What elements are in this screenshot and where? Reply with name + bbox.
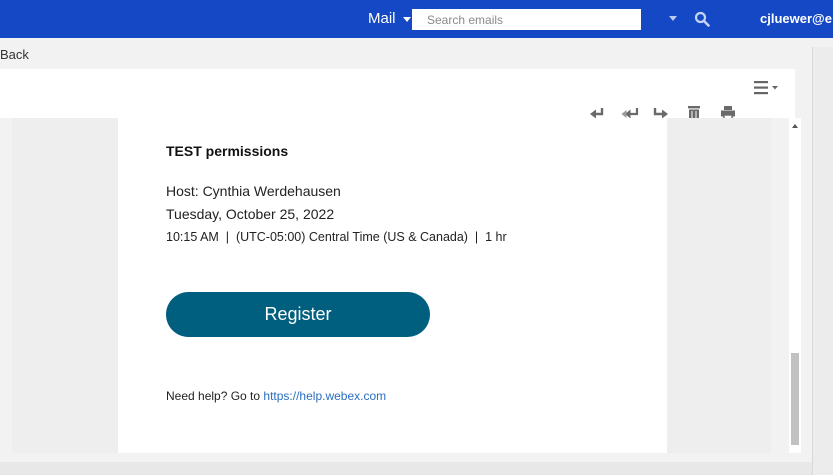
- help-line: Need help? Go to https://help.webex.com: [166, 389, 386, 403]
- search-options-chevron-icon[interactable]: [669, 16, 677, 21]
- scroll-up-icon[interactable]: [792, 124, 798, 128]
- message-toolbar: [0, 69, 795, 118]
- right-rail: [812, 47, 833, 475]
- search-icon[interactable]: [694, 11, 710, 27]
- chevron-down-icon: [402, 16, 411, 22]
- help-link[interactable]: https://help.webex.com: [263, 389, 386, 403]
- search-input[interactable]: [412, 9, 641, 30]
- help-text: Need help? Go to: [166, 389, 264, 403]
- mail-menu[interactable]: Mail: [368, 10, 411, 27]
- user-account[interactable]: cjluewer@e: [760, 11, 832, 26]
- event-date: Tuesday, October 25, 2022: [166, 206, 335, 222]
- event-host: Host: Cynthia Werdehausen: [166, 183, 341, 199]
- register-button[interactable]: Register: [166, 292, 430, 337]
- scrollbar-thumb[interactable]: [791, 353, 799, 445]
- event-title: TEST permissions: [166, 143, 289, 159]
- top-bar: Mail cjluewer@e: [0, 0, 833, 38]
- mail-label: Mail: [368, 10, 396, 27]
- event-time: 10:15 AM | (UTC-05:00) Central Time (US …: [166, 230, 507, 244]
- menu-icon[interactable]: [754, 79, 784, 97]
- bottom-strip: [0, 462, 812, 475]
- back-link[interactable]: Back: [0, 47, 29, 62]
